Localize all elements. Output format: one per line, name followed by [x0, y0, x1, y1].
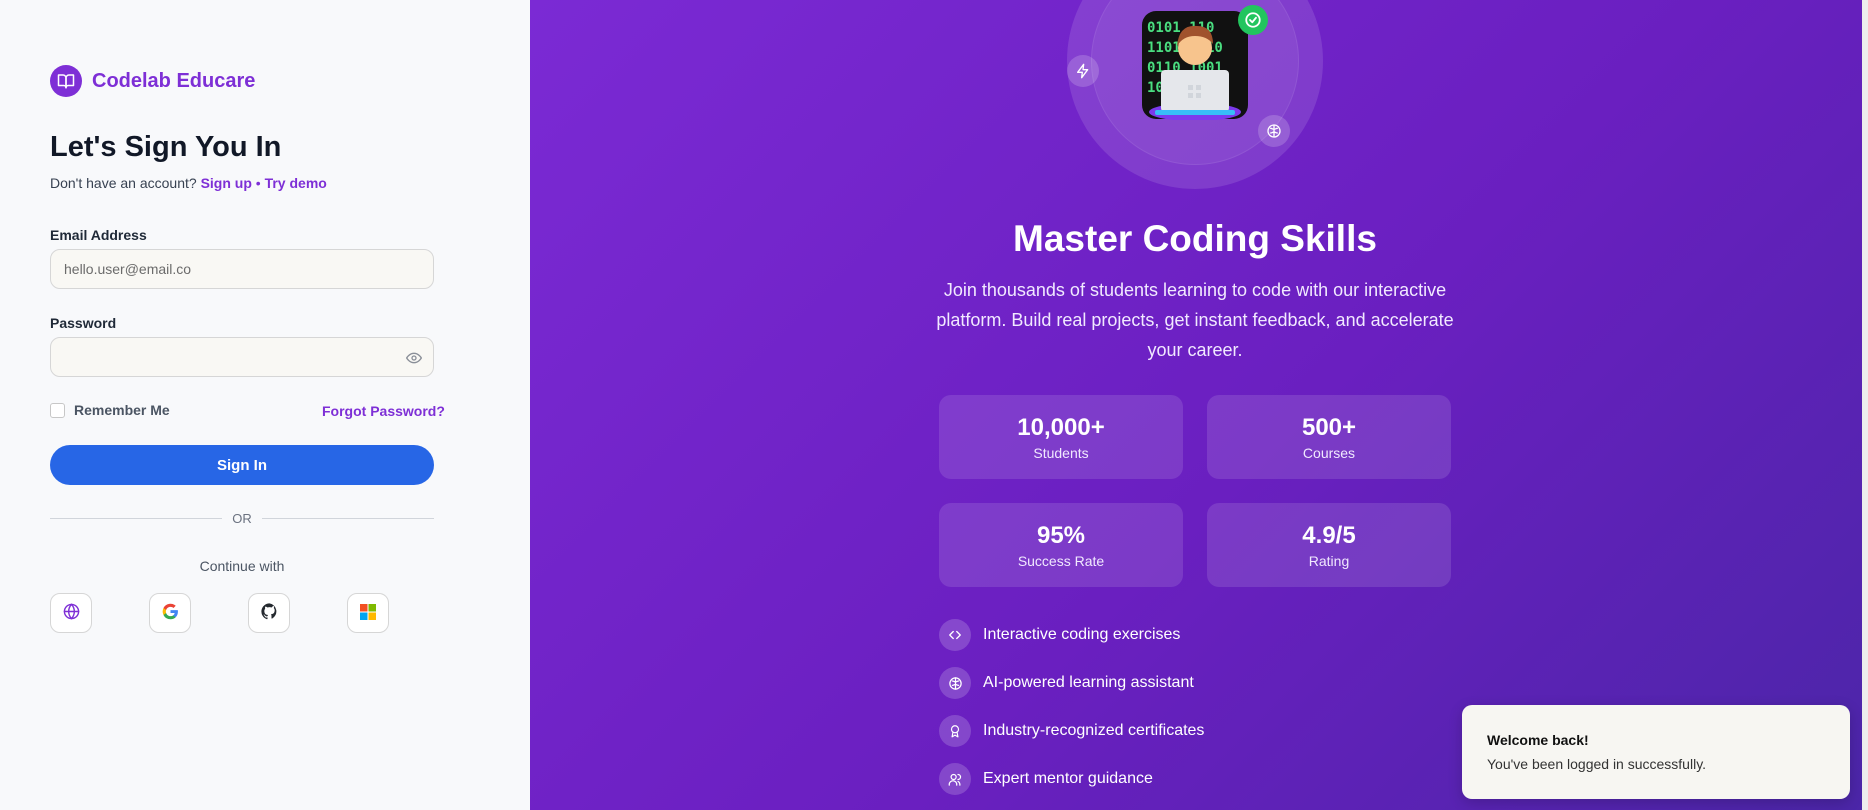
lightning-icon — [1067, 55, 1099, 87]
scrollbar[interactable] — [1862, 0, 1868, 810]
google-icon — [162, 603, 179, 623]
brand[interactable]: Codelab Educare — [50, 65, 255, 97]
email-field-wrapper — [50, 249, 434, 289]
award-icon — [939, 715, 971, 747]
password-field-wrapper — [50, 337, 434, 377]
eye-icon[interactable] — [406, 350, 422, 366]
or-text: OR — [232, 511, 252, 526]
signup-link[interactable]: Sign up — [201, 175, 252, 191]
continue-with-text: Continue with — [199, 558, 285, 574]
remember-me-checkbox[interactable] — [50, 402, 65, 418]
toast-notification[interactable]: Welcome back! You've been logged in succ… — [1462, 705, 1850, 799]
no-account-text: Don't have an account? — [50, 175, 197, 191]
signup-prompt: Don't have an account? Sign up • Try dem… — [50, 175, 327, 191]
github-icon — [260, 603, 278, 623]
toast-title: Welcome back! — [1487, 732, 1589, 748]
feature-text: Expert mentor guidance — [983, 770, 1153, 787]
forgot-password-link[interactable]: Forgot Password? — [322, 403, 445, 419]
stat-label: Success Rate — [1017, 553, 1105, 569]
globe-icon — [63, 603, 80, 623]
brain-icon — [1258, 115, 1290, 147]
try-demo-link[interactable]: Try demo — [265, 175, 327, 191]
stat-card: 95% Success Rate — [939, 503, 1183, 587]
stat-value: 4.9/5 — [1302, 522, 1356, 549]
hero-description: Join thousands of students learning to c… — [936, 280, 1454, 360]
code-icon — [939, 619, 971, 651]
remember-me-label: Remember Me — [74, 402, 170, 418]
stat-value: 95% — [1036, 522, 1086, 549]
hero-title: Master Coding Skills — [1013, 218, 1377, 259]
stat-card: 10,000+ Students — [939, 395, 1183, 479]
feature-item: Industry-recognized certificates — [939, 715, 1204, 747]
feature-text: Interactive coding exercises — [983, 626, 1181, 643]
signin-panel: Codelab Educare Let's Sign You In Don't … — [0, 0, 530, 810]
check-circle-icon — [1238, 5, 1268, 35]
email-label: Email Address — [50, 227, 147, 243]
feature-item: AI-powered learning assistant — [939, 667, 1194, 699]
microsoft-login-button[interactable] — [347, 593, 389, 633]
or-divider: OR — [50, 511, 434, 526]
stat-label: Rating — [1308, 553, 1350, 569]
stat-label: Courses — [1302, 445, 1356, 461]
password-field[interactable] — [51, 338, 433, 376]
password-label: Password — [50, 315, 117, 331]
google-login-button[interactable] — [149, 593, 191, 633]
stat-label: Students — [1033, 445, 1089, 461]
stat-card: 500+ Courses — [1207, 395, 1451, 479]
feature-item: Interactive coding exercises — [939, 619, 1180, 651]
coder-illustration: 0101 110 1101 0110 0110 1001 1001 0110 — [1141, 10, 1249, 121]
brand-name: Codelab Educare — [92, 69, 256, 92]
feature-text: AI-powered learning assistant — [983, 674, 1194, 691]
stat-value: 500+ — [1301, 414, 1357, 441]
sign-in-button[interactable]: Sign In — [50, 445, 434, 485]
feature-text: Industry-recognized certificates — [983, 722, 1205, 739]
stat-card: 4.9/5 Rating — [1207, 503, 1451, 587]
toast-message: You've been logged in successfully. — [1487, 756, 1707, 772]
divider-line-right — [261, 518, 434, 519]
feature-item: Expert mentor guidance — [939, 763, 1153, 795]
divider-line-left — [50, 518, 223, 519]
web-login-button[interactable] — [50, 593, 92, 633]
book-open-icon — [50, 65, 82, 97]
separator-dot: • — [255, 175, 261, 191]
github-login-button[interactable] — [248, 593, 290, 633]
users-icon — [939, 763, 971, 795]
remember-me[interactable]: Remember Me — [50, 402, 170, 418]
stat-value: 10,000+ — [1017, 414, 1105, 441]
brain-icon — [939, 667, 971, 699]
page-title: Let's Sign You In — [50, 131, 282, 163]
email-field[interactable] — [51, 250, 433, 288]
microsoft-icon — [360, 603, 376, 623]
